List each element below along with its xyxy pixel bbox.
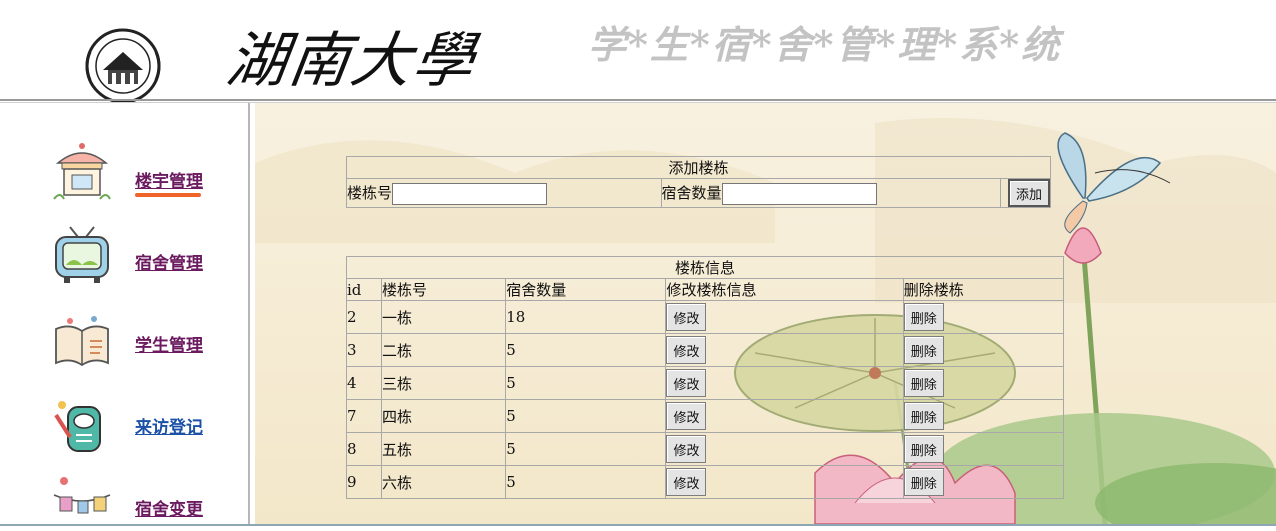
edit-cell: 修改 (665, 399, 904, 433)
delete-button[interactable]: 删除 (903, 468, 944, 496)
row-building: 三栋 (381, 366, 507, 400)
phone-icon (54, 401, 101, 452)
table-row: 3 二栋 5 修改 删除 (345, 333, 1065, 367)
delete-cell: 删除 (902, 333, 1065, 367)
clothesline-icon (53, 477, 111, 514)
sidebar: 楼宇管理 宿舍管理 学生管理 来访登记 宿舍变更 (0, 103, 250, 531)
row-rooms: 5 (505, 366, 667, 400)
footer-divider (0, 524, 1276, 531)
row-building: 一栋 (381, 300, 507, 334)
edit-cell: 修改 (665, 300, 904, 334)
tv-icon (55, 226, 109, 283)
sidebar-item-label[interactable]: 来访登记 (135, 413, 203, 438)
column-header: 删除楼栋 (902, 278, 1065, 301)
delete-button[interactable]: 删除 (903, 303, 944, 331)
row-id: 4 (345, 366, 383, 400)
column-header: 宿舍数量 (505, 278, 667, 301)
table-row: 9 六栋 5 修改 删除 (345, 465, 1065, 499)
building-number-input[interactable] (392, 182, 548, 205)
info-table-title: 楼栋信息 (346, 256, 1064, 279)
row-building: 二栋 (381, 333, 507, 367)
row-building: 六栋 (381, 465, 507, 499)
sidebar-item-label[interactable]: 学生管理 (135, 331, 203, 356)
edit-cell: 修改 (665, 432, 904, 466)
sidebar-item-dormitory[interactable]: 宿舍管理 (0, 223, 248, 295)
header: 湖南大學 学*生*宿*舍*管*理*系*统 (0, 0, 1276, 102)
table-row: 4 三栋 5 修改 删除 (345, 366, 1065, 400)
delete-cell: 删除 (902, 366, 1065, 400)
university-name: 湖南大學 (222, 26, 481, 96)
table-row: 2 一栋 18 修改 删除 (345, 300, 1065, 334)
edit-button[interactable]: 修改 (666, 303, 707, 331)
university-seal-icon (85, 28, 161, 102)
delete-button[interactable]: 删除 (903, 435, 944, 463)
edit-button[interactable]: 修改 (666, 336, 707, 364)
book-icon (55, 316, 109, 367)
room-count-input[interactable] (721, 182, 877, 205)
sidebar-item-label[interactable]: 宿舍管理 (135, 249, 203, 274)
column-header: id (345, 278, 383, 301)
row-rooms: 5 (505, 333, 667, 367)
edit-cell: 修改 (665, 333, 904, 367)
building-info-table: 楼栋信息 id 楼栋号 宿舍数量 修改楼栋信息 删除楼栋 2 一栋 18 修改 … (345, 256, 1065, 499)
delete-cell: 删除 (902, 300, 1065, 334)
header-divider (0, 99, 1276, 101)
room-count-cell: 宿舍数量 (660, 178, 1002, 208)
row-id: 7 (345, 399, 383, 433)
building-number-cell: 楼栋号 (346, 178, 662, 208)
delete-cell: 删除 (902, 432, 1065, 466)
sidebar-item-visitor[interactable]: 来访登记 (0, 387, 248, 459)
add-form-title: 添加楼栋 (346, 156, 1051, 179)
column-header: 楼栋号 (381, 278, 507, 301)
delete-button[interactable]: 删除 (903, 369, 944, 397)
row-id: 2 (345, 300, 383, 334)
row-rooms: 5 (505, 432, 667, 466)
row-rooms: 5 (505, 465, 667, 499)
column-header: 修改楼栋信息 (665, 278, 904, 301)
edit-cell: 修改 (665, 465, 904, 499)
sidebar-item-dorm-change[interactable]: 宿舍变更 (0, 469, 248, 531)
row-building: 四栋 (381, 399, 507, 433)
sidebar-item-label[interactable]: 宿舍变更 (135, 495, 203, 520)
row-id: 9 (345, 465, 383, 499)
row-building: 五栋 (381, 432, 507, 466)
table-row: 8 五栋 5 修改 删除 (345, 432, 1065, 466)
delete-cell: 删除 (902, 465, 1065, 499)
building-number-label: 楼栋号 (347, 183, 393, 202)
edit-button[interactable]: 修改 (666, 402, 707, 430)
pavilion-icon (53, 143, 111, 200)
row-rooms: 18 (505, 300, 667, 334)
edit-button[interactable]: 修改 (666, 435, 707, 463)
main-content: 添加楼栋 楼栋号 宿舍数量 添加 楼栋信息 id 楼栋号 宿舍数量 修改楼栋信息… (255, 103, 1276, 524)
edit-button[interactable]: 修改 (666, 369, 707, 397)
sidebar-item-student[interactable]: 学生管理 (0, 305, 248, 377)
row-rooms: 5 (505, 399, 667, 433)
sidebar-item-label[interactable]: 楼宇管理 (135, 167, 203, 192)
add-button-cell: 添加 (1000, 178, 1051, 208)
table-header-row: id 楼栋号 宿舍数量 修改楼栋信息 删除楼栋 (345, 278, 1065, 301)
edit-button[interactable]: 修改 (666, 468, 707, 496)
delete-cell: 删除 (902, 399, 1065, 433)
add-building-button[interactable]: 添加 (1007, 179, 1050, 207)
sidebar-item-building[interactable]: 楼宇管理 (0, 141, 248, 213)
delete-button[interactable]: 删除 (903, 402, 944, 430)
row-id: 8 (345, 432, 383, 466)
delete-button[interactable]: 删除 (903, 336, 944, 364)
add-building-form: 添加楼栋 楼栋号 宿舍数量 添加 (346, 156, 1051, 208)
table-row: 7 四栋 5 修改 删除 (345, 399, 1065, 433)
edit-cell: 修改 (665, 366, 904, 400)
active-indicator (135, 193, 201, 197)
room-count-label: 宿舍数量 (661, 183, 722, 202)
system-title: 学*生*宿*舍*管*理*系*统 (588, 22, 1062, 67)
row-id: 3 (345, 333, 383, 367)
